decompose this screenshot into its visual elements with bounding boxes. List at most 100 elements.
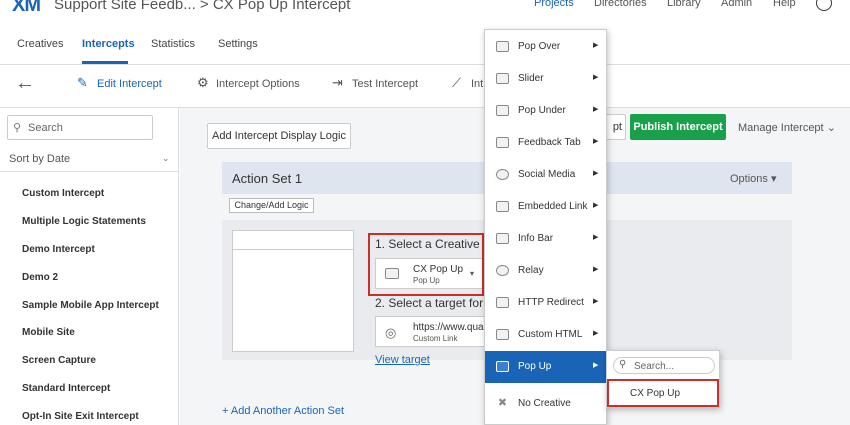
menu-label: Pop Under xyxy=(518,105,566,116)
caret-down-icon: ▾ xyxy=(770,173,777,185)
manage-intercept-dropdown[interactable]: Manage Intercept ⌄ xyxy=(738,121,836,134)
user-icon[interactable] xyxy=(816,0,832,11)
search-icon: ⚲ xyxy=(13,122,22,134)
sidebar-item-custom-intercept[interactable]: Custom Intercept xyxy=(22,188,104,199)
sidebar-search-input[interactable]: ⚲ Search xyxy=(7,115,153,140)
change-logic-button[interactable]: Change/Add Logic xyxy=(229,198,314,213)
submenu-arrow-icon: ▶ xyxy=(593,106,599,113)
submenu-arrow-icon: ▶ xyxy=(593,138,599,145)
menu-item-pop-up[interactable]: Pop Up ▶ xyxy=(485,351,606,383)
test-icon: ⇥ xyxy=(332,75,343,90)
menu-item-custom-html[interactable]: Custom HTML ▶ xyxy=(485,319,606,351)
action-set-title: Action Set 1 xyxy=(232,171,303,186)
menu-item-http-redirect[interactable]: HTTP Redirect ▶ xyxy=(485,287,606,319)
menu-item-pop-over[interactable]: Pop Over ▶ xyxy=(485,31,606,63)
chart-icon: ⟋ xyxy=(452,75,462,90)
creative-type-menu: Pop Over ▶ Slider ▶ Pop Under ▶ Feedback… xyxy=(484,29,607,425)
submenu-search-input[interactable]: ⚲ Search... xyxy=(613,357,715,374)
submenu-arrow-icon: ▶ xyxy=(593,330,599,337)
intercept-stats-tab[interactable]: Int xyxy=(471,78,483,90)
nav-help[interactable]: Help xyxy=(773,0,796,9)
tab-creatives[interactable]: Creatives xyxy=(17,38,63,50)
options-dropdown[interactable]: Options ▾ xyxy=(730,172,777,185)
creative-highlight-outline xyxy=(368,233,484,296)
add-action-set-link[interactable]: + Add Another Action Set xyxy=(222,405,344,417)
submenu-arrow-icon: ▶ xyxy=(593,170,599,177)
info-bar-icon xyxy=(496,233,509,244)
menu-label: Custom HTML xyxy=(518,329,583,340)
target-url: https://www.qua xyxy=(413,322,484,333)
publish-intercept-button[interactable]: Publish Intercept xyxy=(630,114,726,140)
sidebar-item-standard-intercept[interactable]: Standard Intercept xyxy=(22,383,110,394)
chevron-down-icon: ⌄ xyxy=(826,122,836,134)
add-display-logic-button[interactable]: Add Intercept Display Logic xyxy=(207,123,351,149)
target-select[interactable]: ◎ https://www.qua Custom Link xyxy=(375,316,485,347)
target-type: Custom Link xyxy=(413,334,458,343)
preview-divider xyxy=(233,249,353,250)
menu-item-feedback-tab[interactable]: Feedback Tab ▶ xyxy=(485,127,606,159)
nav-projects[interactable]: Projects xyxy=(534,0,574,9)
slider-icon xyxy=(496,73,509,84)
sidebar-item-multiple-logic[interactable]: Multiple Logic Statements xyxy=(22,216,146,227)
submenu-item-label: CX Pop Up xyxy=(630,388,681,399)
active-tab-underline xyxy=(82,61,128,64)
sidebar-item-sample-mobile[interactable]: Sample Mobile App Intercept xyxy=(22,300,159,311)
menu-label: Social Media xyxy=(518,169,576,180)
pop-over-icon xyxy=(496,41,509,52)
edit-intercept-tab[interactable]: Edit Intercept xyxy=(97,78,162,90)
submenu-arrow-icon: ▶ xyxy=(593,298,599,305)
tab-bar: Creatives Intercepts Statistics Settings xyxy=(0,20,850,65)
sidebar-item-opt-in-exit[interactable]: Opt-In Site Exit Intercept xyxy=(22,411,139,422)
intercept-options-tab[interactable]: Intercept Options xyxy=(216,78,300,90)
menu-item-embedded-link[interactable]: Embedded Link ▶ xyxy=(485,191,606,223)
menu-label: Pop Up xyxy=(518,361,552,372)
relay-icon xyxy=(496,265,509,276)
submenu-arrow-icon: ▶ xyxy=(593,234,599,241)
pop-up-submenu: ⚲ Search... CX Pop Up xyxy=(606,350,720,408)
menu-label: Feedback Tab xyxy=(518,137,581,148)
nav-directories[interactable]: Directories xyxy=(594,0,647,9)
social-media-icon xyxy=(496,169,509,180)
submenu-arrow-icon: ▶ xyxy=(593,362,599,369)
view-target-link[interactable]: View target xyxy=(375,354,430,366)
menu-item-pop-under[interactable]: Pop Under ▶ xyxy=(485,95,606,127)
submenu-arrow-icon: ▶ xyxy=(593,266,599,273)
tab-intercepts[interactable]: Intercepts xyxy=(82,38,135,50)
sort-dropdown[interactable]: Sort by Date xyxy=(9,153,70,165)
test-intercept-tab[interactable]: Test Intercept xyxy=(352,78,418,90)
submenu-arrow-icon: ▶ xyxy=(593,42,599,49)
menu-label: HTTP Redirect xyxy=(518,297,584,308)
tab-settings[interactable]: Settings xyxy=(218,38,258,50)
divider xyxy=(0,171,179,172)
menu-label: Embedded Link xyxy=(518,201,588,212)
nav-admin[interactable]: Admin xyxy=(721,0,752,9)
menu-item-no-creative[interactable]: ✖ No Creative xyxy=(485,388,606,420)
menu-item-social-media[interactable]: Social Media ▶ xyxy=(485,159,606,191)
menu-label: No Creative xyxy=(518,398,571,409)
menu-label: Info Bar xyxy=(518,233,554,244)
menu-label: Relay xyxy=(518,265,544,276)
menu-item-relay[interactable]: Relay ▶ xyxy=(485,255,606,287)
sidebar-item-demo-2[interactable]: Demo 2 xyxy=(22,272,58,283)
submenu-item-cx-pop-up[interactable]: CX Pop Up xyxy=(607,379,719,407)
sidebar-item-mobile-site[interactable]: Mobile Site xyxy=(22,327,75,338)
back-arrow-icon[interactable]: ← xyxy=(15,72,35,95)
custom-html-icon xyxy=(496,329,509,340)
pop-up-icon xyxy=(496,361,509,372)
menu-label: Pop Over xyxy=(518,41,561,52)
sidebar-item-screen-capture[interactable]: Screen Capture xyxy=(22,355,96,366)
pencil-icon: ✎ xyxy=(77,75,88,90)
menu-item-slider[interactable]: Slider ▶ xyxy=(485,63,606,95)
search-icon: ⚲ xyxy=(619,359,627,370)
xm-logo[interactable]: XM xyxy=(12,0,41,17)
chevron-down-icon[interactable]: ⌄ xyxy=(162,153,170,164)
search-placeholder: Search xyxy=(28,122,63,134)
creative-preview xyxy=(232,230,354,352)
top-bar: XM Support Site Feedb... > CX Pop Up Int… xyxy=(0,0,850,20)
sidebar-item-demo-intercept[interactable]: Demo Intercept xyxy=(22,244,95,255)
submenu-arrow-icon: ▶ xyxy=(593,74,599,81)
tab-statistics[interactable]: Statistics xyxy=(151,38,195,50)
no-creative-icon: ✖ xyxy=(496,397,509,409)
menu-item-info-bar[interactable]: Info Bar ▶ xyxy=(485,223,606,255)
nav-library[interactable]: Library xyxy=(667,0,701,9)
